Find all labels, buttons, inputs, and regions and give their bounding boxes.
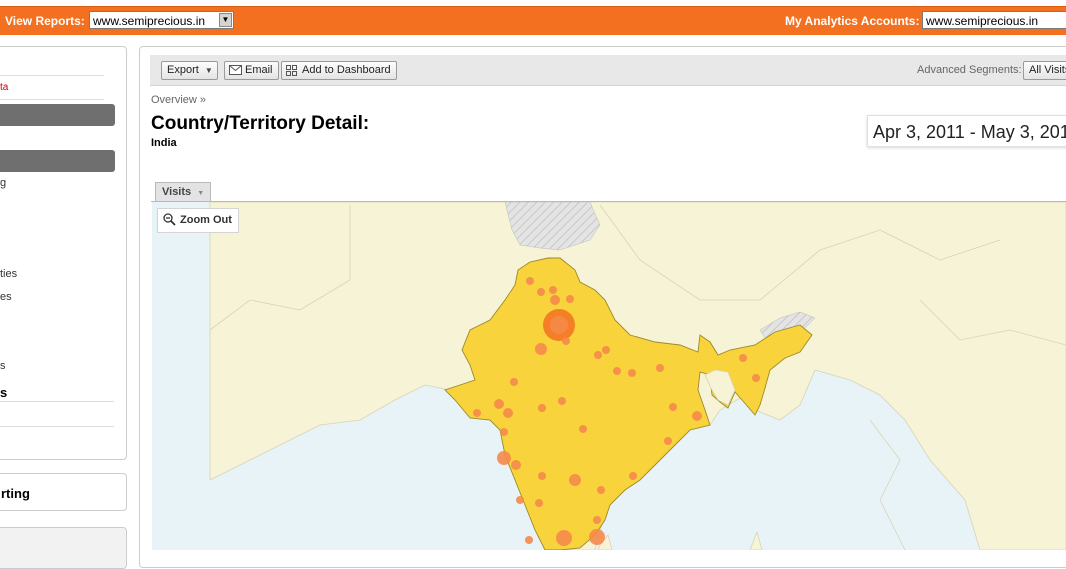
tab-visits[interactable]: Visits ▼ [155, 182, 212, 201]
top-bar: View Reports: www.semiprecious.in ▼ My A… [0, 6, 1066, 35]
sidebar-box-label: rting [1, 486, 30, 501]
segments-select[interactable]: All Visits [1023, 61, 1066, 80]
add-to-dashboard-button[interactable]: Add to Dashboard [281, 61, 397, 80]
sidebar-item-6[interactable]: s [0, 385, 7, 400]
sidebar-item-2[interactable]: g [0, 177, 6, 189]
sidebar-box-reporting[interactable]: rting [0, 473, 127, 511]
advanced-segments-label: Advanced Segments: [917, 64, 1022, 76]
analytics-accounts-label: My Analytics Accounts: [785, 14, 920, 28]
analytics-accounts-value: www.semiprecious.in [926, 14, 1039, 28]
sidebar-divider [0, 99, 104, 100]
export-label: Export [167, 64, 199, 76]
date-range-picker[interactable]: Apr 3, 2011 - May 3, 2011 [867, 115, 1066, 147]
sidebar-item-5[interactable]: s [0, 360, 6, 372]
sidebar-section-header[interactable] [0, 104, 115, 126]
page-title: Country/Territory Detail: [151, 113, 370, 134]
export-button[interactable]: Export ▼ [161, 61, 218, 80]
add-to-dashboard-label: Add to Dashboard [302, 64, 391, 76]
view-reports-value: www.semiprecious.in [93, 14, 206, 28]
sidebar-divider [0, 401, 114, 402]
zoom-out-button[interactable]: Zoom Out [157, 208, 239, 233]
dashboard-icon [286, 65, 297, 76]
report-toolbar: Export ▼ Email Add to Dashboard Advanced… [150, 55, 1066, 86]
chevron-down-icon[interactable]: ▼ [219, 13, 232, 27]
analytics-accounts-select[interactable]: www.semiprecious.in [922, 11, 1066, 29]
view-reports-select[interactable]: www.semiprecious.in ▼ [89, 11, 234, 29]
zoom-out-label: Zoom Out [180, 214, 232, 226]
chevron-down-icon: ▼ [204, 66, 213, 75]
sidebar-box [0, 527, 127, 569]
email-button[interactable]: Email [224, 61, 279, 80]
breadcrumb[interactable]: Overview » [151, 94, 206, 106]
sidebar-item-1[interactable]: ta [0, 82, 8, 93]
sidebar-section-header-active[interactable] [0, 150, 115, 172]
email-label: Email [245, 64, 273, 76]
sidebar-divider [0, 75, 104, 76]
sidebar-item-4[interactable]: es [0, 291, 12, 303]
envelope-icon [229, 65, 242, 75]
view-reports-label: View Reports: [5, 14, 85, 28]
chevron-down-icon: ▼ [197, 190, 205, 197]
magnifier-zoom-out-icon [163, 213, 176, 226]
date-range-value: Apr 3, 2011 - May 3, 2011 [873, 122, 1066, 142]
segments-value: All Visits [1029, 64, 1066, 76]
tab-visits-label: Visits [162, 186, 192, 198]
geo-map[interactable] [152, 202, 1066, 550]
page-subtitle: India [151, 137, 177, 149]
sidebar-item-3[interactable]: ties [0, 268, 17, 280]
sidebar-divider [0, 426, 114, 427]
india-map-svg [209, 202, 1066, 550]
